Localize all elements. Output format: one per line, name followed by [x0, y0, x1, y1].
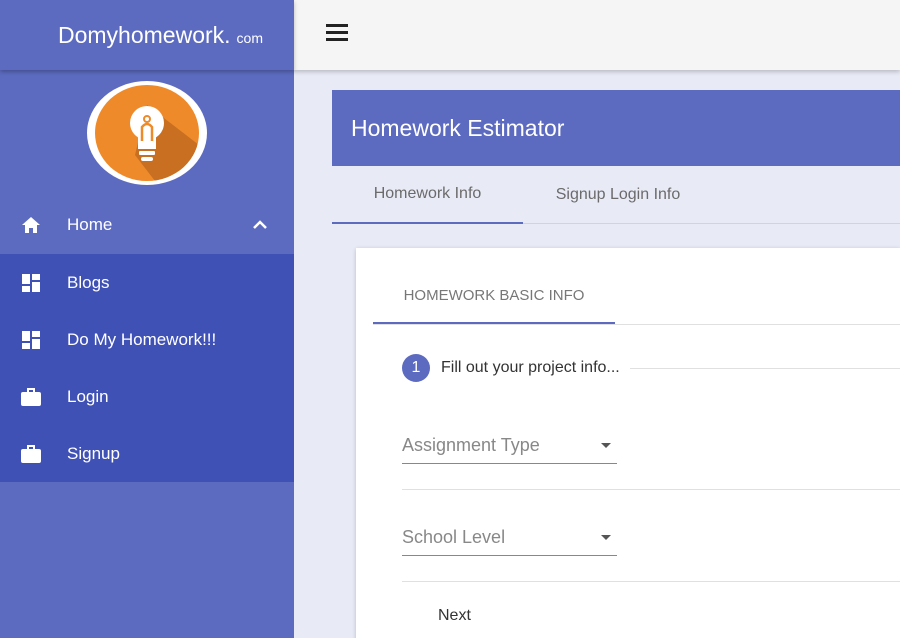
- sidebar-item-label: Login: [67, 386, 109, 406]
- step-label: Fill out your project info...: [441, 359, 620, 376]
- hamburger-menu-icon[interactable]: [326, 24, 348, 44]
- page-title: Homework Estimator: [332, 90, 900, 166]
- tab-bar: Homework Info Signup Login Info: [332, 166, 900, 224]
- chevron-up-icon[interactable]: [250, 215, 270, 235]
- divider: [402, 489, 900, 490]
- divider: [373, 324, 900, 325]
- next-button[interactable]: Next: [426, 603, 483, 629]
- brand-logo[interactable]: Domyhomework. com: [0, 0, 294, 70]
- caret-down-icon: [601, 535, 611, 540]
- school-level-select[interactable]: School Level: [402, 520, 617, 556]
- divider: [629, 367, 900, 369]
- homework-form-card: HOMEWORK BASIC INFO 1 Fill out your proj…: [356, 248, 900, 638]
- assignment-type-placeholder: Assignment Type: [402, 435, 540, 455]
- caret-down-icon: [601, 443, 611, 448]
- brand-domain: com: [236, 30, 263, 46]
- lightbulb-icon: [95, 85, 199, 181]
- sidebar-item-home[interactable]: Home: [0, 196, 294, 254]
- sidebar-submenu: Blogs Do My Homework!!! Login Signup: [0, 254, 294, 482]
- dashboard-icon: [20, 272, 42, 294]
- brand-name: Domyhomework.: [58, 21, 231, 48]
- sidebar-item-label: Blogs: [67, 272, 110, 292]
- sidebar: Domyhomework. com Home Blogs Do My Homew…: [0, 0, 294, 638]
- sidebar-item-do-my-homework[interactable]: Do My Homework!!!: [0, 311, 294, 368]
- tab-homework-basic-info[interactable]: HOMEWORK BASIC INFO: [373, 248, 615, 324]
- sidebar-item-label: Do My Homework!!!: [67, 329, 217, 349]
- sidebar-item-label: Home: [67, 215, 113, 234]
- avatar-area: [0, 70, 294, 196]
- briefcase-icon: [20, 386, 42, 408]
- stepper-step: 1 Fill out your project info...: [402, 354, 900, 382]
- dashboard-icon: [20, 329, 42, 351]
- tab-signup-login-info[interactable]: Signup Login Info: [523, 166, 713, 224]
- divider: [402, 581, 900, 582]
- assignment-type-select[interactable]: Assignment Type: [402, 428, 617, 464]
- step-number-badge: 1: [402, 354, 430, 382]
- home-icon: [20, 214, 42, 236]
- top-bar: [294, 0, 900, 70]
- sidebar-item-login[interactable]: Login: [0, 368, 294, 425]
- sidebar-item-signup[interactable]: Signup: [0, 425, 294, 482]
- briefcase-icon: [20, 443, 42, 465]
- sidebar-item-blogs[interactable]: Blogs: [0, 254, 294, 311]
- sidebar-item-label: Signup: [67, 443, 120, 463]
- avatar: [87, 81, 207, 185]
- tab-homework-info[interactable]: Homework Info: [332, 166, 523, 224]
- school-level-placeholder: School Level: [402, 527, 506, 547]
- sidebar-nav: Home Blogs Do My Homework!!! Login Signu…: [0, 196, 294, 482]
